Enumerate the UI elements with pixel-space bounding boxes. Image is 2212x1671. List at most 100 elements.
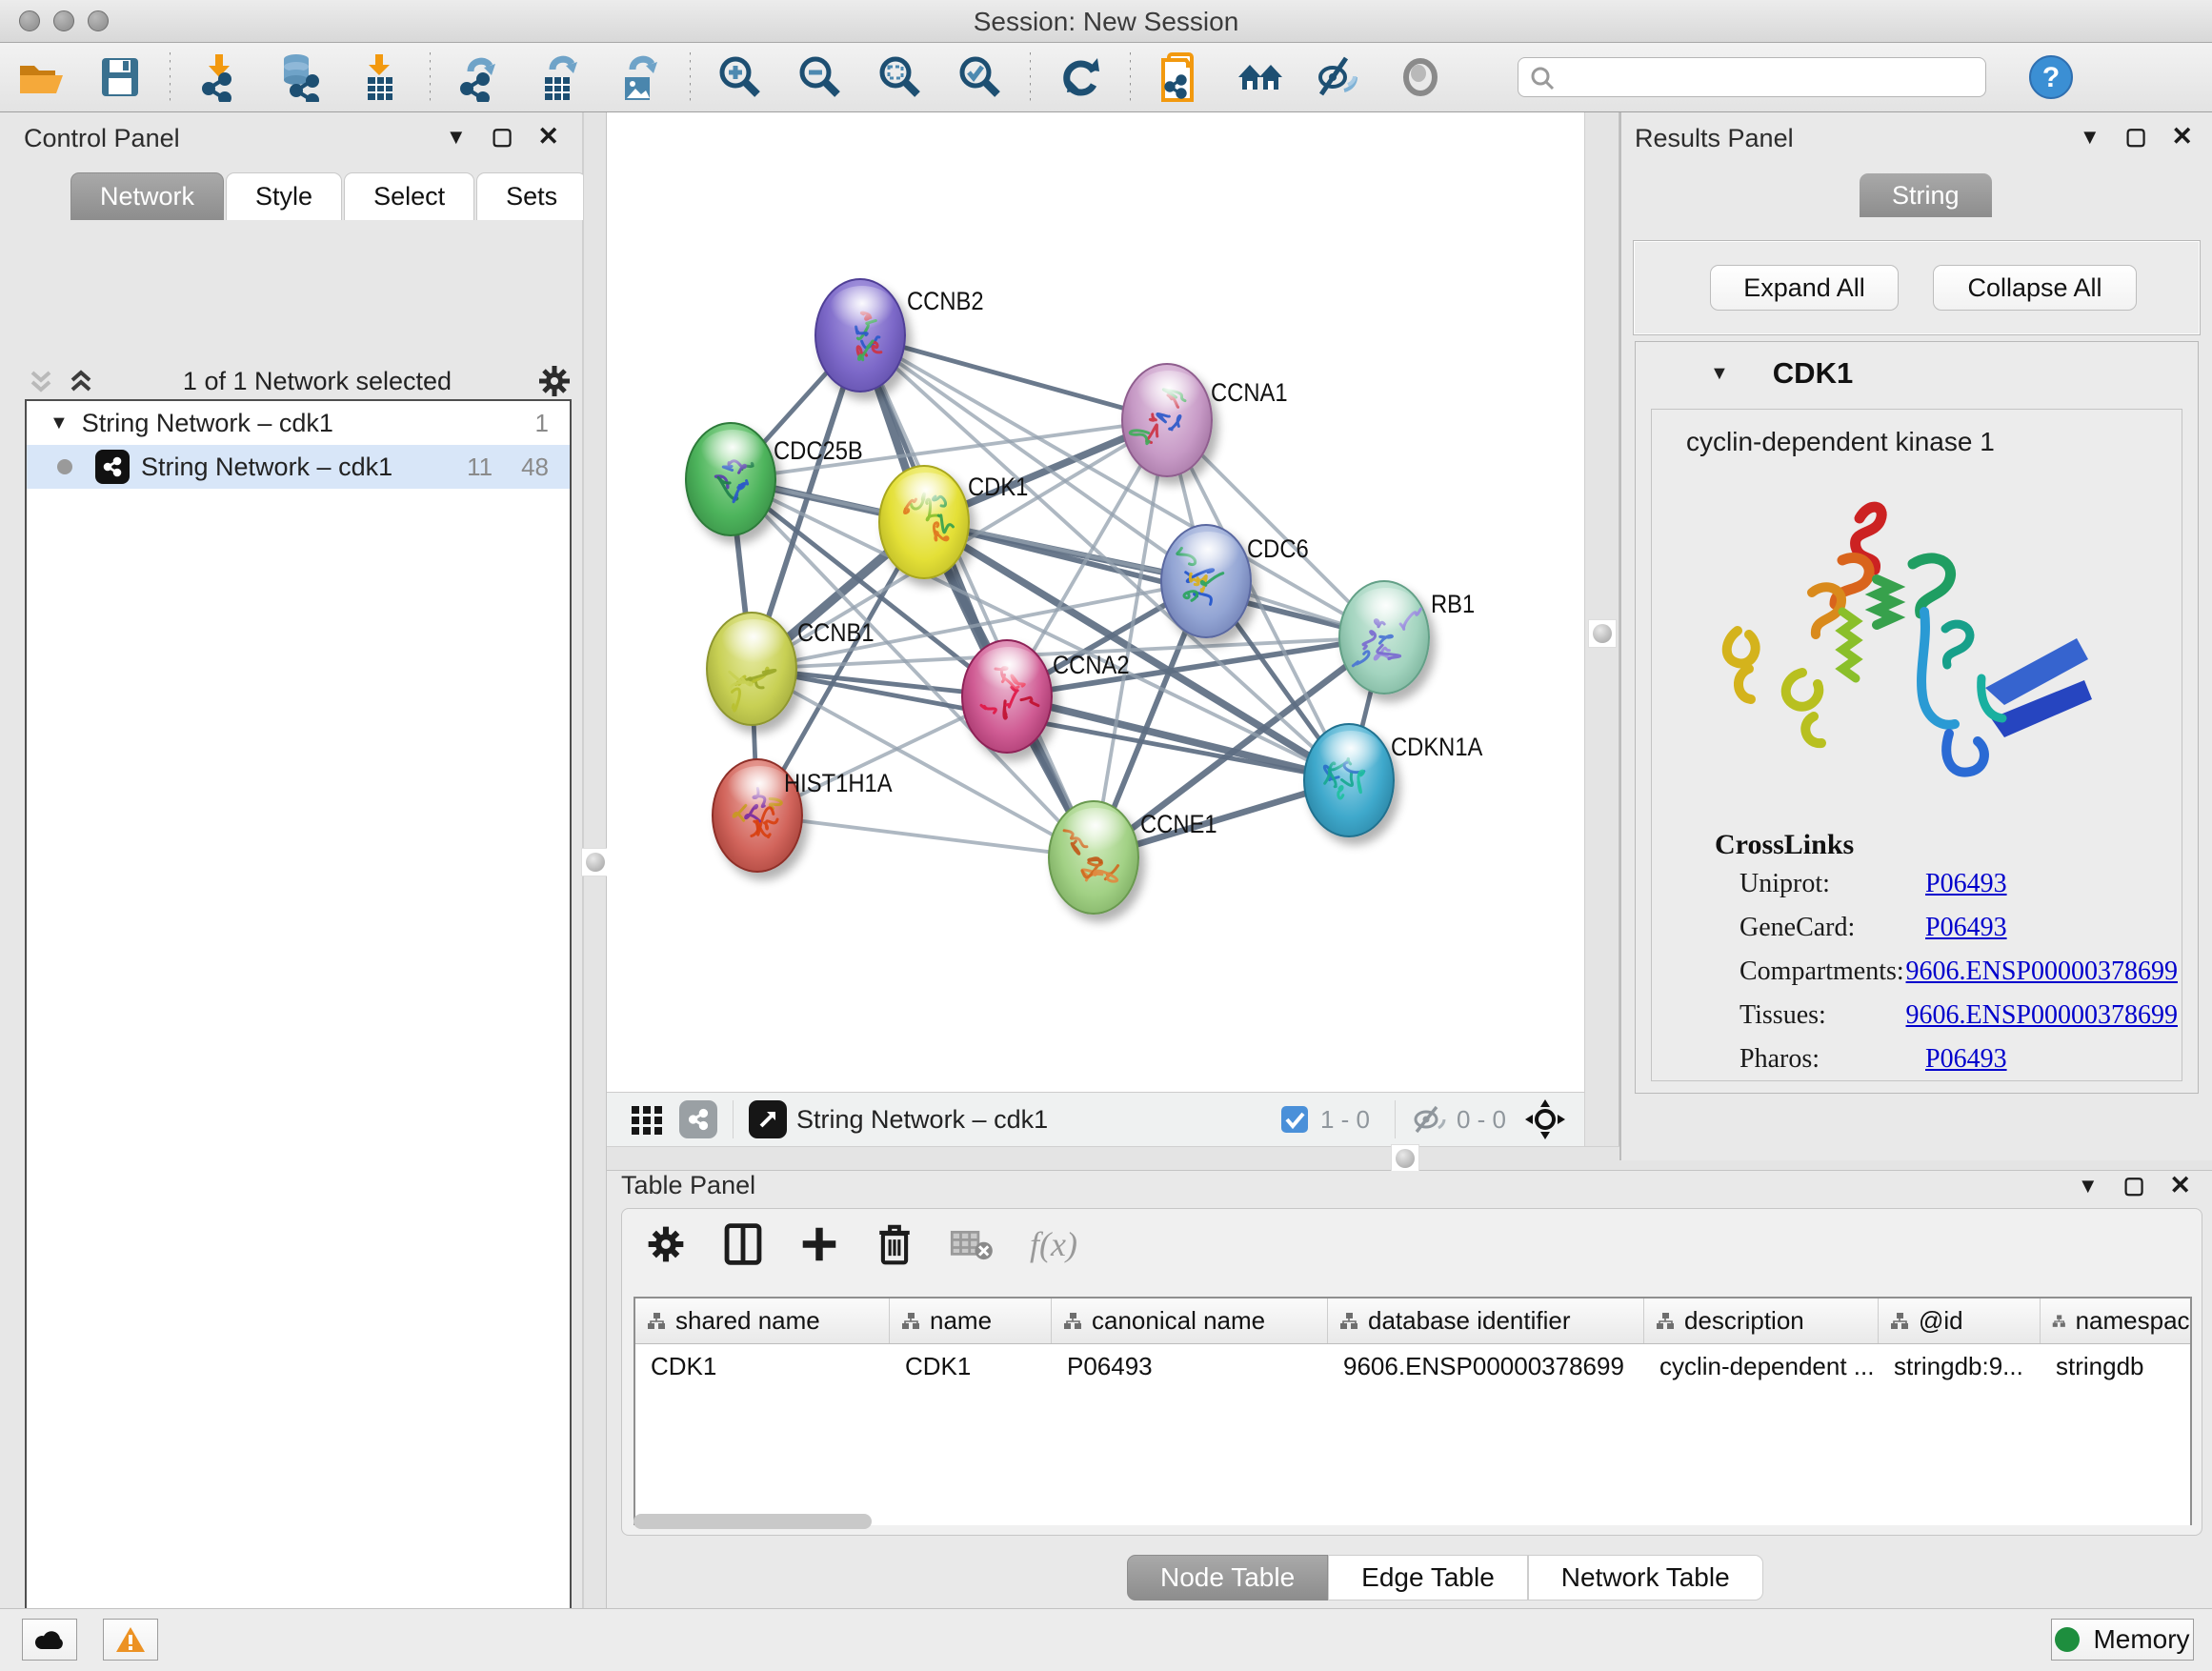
export-table-icon[interactable] [533, 50, 587, 104]
network-node-CCNB2[interactable] [814, 278, 906, 393]
refresh-layout-icon[interactable] [1054, 50, 1107, 104]
network-edge-CCNE1-CCNB2[interactable] [860, 335, 1094, 857]
tab-network-table[interactable]: Network Table [1528, 1555, 1763, 1601]
zoom-selected-icon[interactable] [954, 50, 1007, 104]
column-header-shared-name[interactable]: shared name [635, 1299, 890, 1343]
table-cell[interactable]: cyclin-dependent ... [1644, 1344, 1879, 1388]
table-options-gear-icon[interactable] [645, 1223, 687, 1265]
network-edge-CDK1-RB1[interactable] [924, 522, 1384, 637]
table-cell[interactable]: CDK1 [890, 1344, 1052, 1388]
zoom-in-icon[interactable] [714, 50, 767, 104]
table-cell[interactable]: 9606.ENSP00000378699 [1328, 1344, 1644, 1388]
hide-glass-eye-icon[interactable] [1314, 50, 1367, 104]
panel-menu-icon[interactable]: ▼ [2080, 125, 2101, 150]
import-table-icon[interactable] [353, 50, 407, 104]
network-node-CCNA2[interactable] [961, 639, 1053, 754]
right-splitter[interactable] [1584, 112, 1619, 1146]
network-node-RB1[interactable] [1338, 580, 1430, 695]
open-session-icon[interactable] [13, 50, 67, 104]
memory-button[interactable]: Memory [2051, 1619, 2194, 1661]
table-horizontal-scrollbar[interactable] [633, 1514, 872, 1529]
network-node-CDKN1A[interactable] [1303, 723, 1395, 837]
selected-checkbox-icon[interactable] [1278, 1103, 1311, 1136]
network-snapshot-icon[interactable] [1154, 50, 1207, 104]
collection-label: String Network – cdk1 [82, 409, 535, 438]
column-header-name[interactable]: name [890, 1299, 1052, 1343]
zoom-fit-icon[interactable] [874, 50, 927, 104]
table-cell[interactable]: stringdb:9... [1879, 1344, 2041, 1388]
network-node-CDC6[interactable] [1160, 524, 1252, 638]
glass-eye-icon[interactable] [1394, 50, 1447, 104]
panel-float-icon[interactable]: ▢ [2125, 123, 2147, 151]
crosslink-link[interactable]: P06493 [1925, 869, 2007, 913]
bottom-splitter-handle[interactable] [1391, 1144, 1419, 1173]
panel-float-icon[interactable]: ▢ [492, 123, 513, 151]
delete-column-icon[interactable] [875, 1222, 914, 1266]
collection-collapse-icon[interactable]: ▼ [50, 413, 69, 434]
column-header-canonical-name[interactable]: canonical name [1052, 1299, 1328, 1343]
import-network-file-icon[interactable] [193, 50, 247, 104]
network-node-CDK1[interactable] [878, 465, 970, 579]
tab-sets[interactable]: Sets [476, 172, 587, 220]
expand-all-icon[interactable] [65, 367, 97, 395]
panel-close-icon[interactable]: ✕ [2171, 122, 2193, 151]
export-image-icon[interactable] [613, 50, 667, 104]
show-columns-icon[interactable] [723, 1222, 763, 1266]
table-cell[interactable]: CDK1 [635, 1344, 890, 1388]
table-cell[interactable]: P06493 [1052, 1344, 1328, 1388]
column-header-namespace[interactable]: namespace [2041, 1299, 2192, 1343]
panel-close-icon[interactable]: ✕ [537, 122, 559, 151]
collapse-all-icon[interactable] [25, 367, 57, 395]
table-row[interactable]: CDK1CDK1P064939606.ENSP00000378699cyclin… [635, 1344, 2190, 1388]
network-node-CDC25B[interactable] [685, 422, 776, 536]
crosslink-link[interactable]: 9606.ENSP00000378699 [1906, 956, 2178, 1000]
crosslink-link[interactable]: 9606.ENSP00000378699 [1906, 1000, 2178, 1044]
crosslink-link[interactable]: P06493 [1925, 913, 2007, 956]
panel-float-icon[interactable]: ▢ [2123, 1172, 2145, 1199]
birdseye-view-icon[interactable] [749, 1100, 787, 1138]
network-canvas[interactable]: CCNB2CCNA1CDC25BCDK1CDC6RB1CCNB1CCNA2CDK… [607, 112, 1584, 1092]
expand-all-button[interactable]: Expand All [1710, 265, 1899, 311]
save-session-icon[interactable] [93, 50, 147, 104]
cloud-button[interactable] [22, 1619, 77, 1661]
network-type-icon [95, 450, 130, 484]
column-header-database-identifier[interactable]: database identifier [1328, 1299, 1644, 1343]
panel-close-icon[interactable]: ✕ [2169, 1171, 2191, 1200]
search-input[interactable] [1518, 57, 1986, 97]
tab-network[interactable]: Network [70, 172, 224, 220]
network-node-CCNE1[interactable] [1048, 800, 1139, 915]
network-view-type-icon[interactable] [679, 1100, 717, 1138]
panel-menu-icon[interactable]: ▼ [446, 125, 467, 150]
left-splitter-handle[interactable] [581, 848, 610, 876]
grid-view-icon[interactable] [628, 1100, 666, 1138]
tab-select[interactable]: Select [344, 172, 474, 220]
tab-node-table[interactable]: Node Table [1127, 1555, 1328, 1601]
fit-selected-crosshair-icon[interactable] [1523, 1097, 1567, 1141]
network-row[interactable]: String Network – cdk1 11 48 [27, 445, 570, 489]
tab-style[interactable]: Style [226, 172, 342, 220]
table-cell[interactable]: stringdb [2041, 1344, 2192, 1388]
network-collection-row[interactable]: ▼ String Network – cdk1 1 [27, 401, 570, 445]
collapse-all-button[interactable]: Collapse All [1933, 265, 2137, 311]
warnings-button[interactable] [103, 1619, 158, 1661]
gene-section-header[interactable]: ▼ CDK1 [1636, 342, 2198, 405]
string-home-icon[interactable] [1234, 50, 1287, 104]
column-header-description[interactable]: description [1644, 1299, 1879, 1343]
add-column-icon[interactable] [799, 1224, 839, 1264]
left-splitter[interactable] [583, 112, 607, 1608]
network-options-gear-icon[interactable] [537, 364, 572, 398]
panel-menu-icon[interactable]: ▼ [2078, 1174, 2099, 1198]
crosslink-link[interactable]: P06493 [1925, 1044, 2007, 1088]
export-network-icon[interactable] [453, 50, 507, 104]
tab-string[interactable]: String [1860, 173, 1992, 217]
help-icon[interactable]: ? [2024, 50, 2078, 104]
network-node-CCNA1[interactable] [1121, 363, 1213, 477]
right-splitter-handle[interactable] [1588, 619, 1617, 648]
zoom-out-icon[interactable] [794, 50, 847, 104]
network-edge-CCNE1-HIST1H1A[interactable] [757, 815, 1094, 857]
tab-edge-table[interactable]: Edge Table [1328, 1555, 1528, 1601]
section-collapse-icon[interactable]: ▼ [1710, 363, 1729, 385]
import-network-database-icon[interactable] [273, 50, 327, 104]
network-node-CCNB1[interactable] [706, 612, 797, 726]
column-header-id[interactable]: @id [1879, 1299, 2041, 1343]
